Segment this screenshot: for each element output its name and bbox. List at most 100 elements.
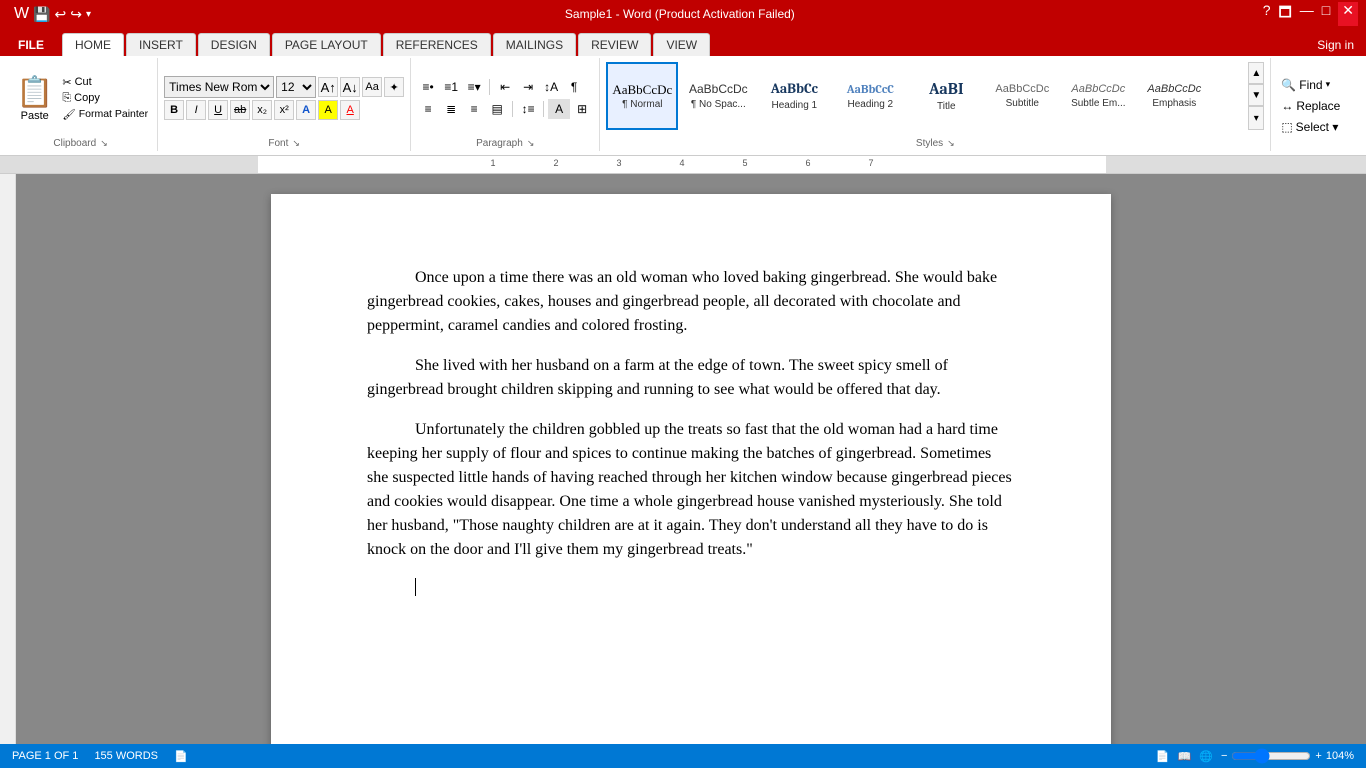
document-paragraph[interactable]: She lived with her husband on a farm at … — [367, 354, 1015, 402]
copy-button[interactable]: ⎘ Copy — [59, 91, 151, 106]
font-group: Times New Roman Arial Calibri 12 11 14 1… — [158, 58, 411, 151]
italic-button[interactable]: I — [186, 100, 206, 120]
style-item-2[interactable]: AaBbCcHeading 1 — [758, 62, 830, 130]
styles-expand-btn[interactable]: ▾ — [1248, 106, 1264, 130]
styles-expand-icon[interactable]: ↘ — [947, 138, 955, 149]
paste-icon: 📋 — [16, 75, 53, 110]
tab-bar: FILE HOME INSERT DESIGN PAGE LAYOUT REFE… — [0, 28, 1366, 56]
increase-font-btn[interactable]: A↑ — [318, 77, 338, 97]
editing-group: 🔍 Find ▾ ↔ Replace ⬚ Select ▾ Editing — [1271, 58, 1362, 151]
increase-indent-btn[interactable]: ⇥ — [517, 77, 539, 97]
tab-mailings[interactable]: MAILINGS — [493, 33, 576, 56]
find-icon: 🔍 — [1281, 78, 1296, 92]
show-hide-btn[interactable]: ¶ — [563, 77, 585, 97]
save-quick-btn[interactable]: 💾 — [33, 6, 50, 23]
customize-quick-btn[interactable]: ▾ — [86, 9, 91, 20]
style-item-0[interactable]: AaBbCcDc¶ Normal — [606, 62, 678, 130]
document-page[interactable]: Once upon a time there was an old woman … — [271, 194, 1111, 744]
replace-button[interactable]: ↔ Replace — [1277, 97, 1344, 115]
decrease-indent-btn[interactable]: ⇤ — [494, 77, 516, 97]
subscript-btn[interactable]: x₂ — [252, 100, 272, 120]
styles-scroll-up-btn[interactable]: ▲ — [1248, 62, 1264, 84]
document-paragraph[interactable]: Unfortunately the children gobbled up th… — [367, 418, 1015, 562]
paragraph-expand-icon[interactable]: ↘ — [527, 138, 535, 149]
zoom-level: 104% — [1326, 750, 1354, 762]
font-row1: Times New Roman Arial Calibri 12 11 14 1… — [164, 76, 404, 98]
styles-group: AaBbCcDc¶ NormalAaBbCcDc¶ No Spac...AaBb… — [600, 58, 1271, 151]
clipboard-group: 📋 Paste ✂ Cut ⎘ Copy 🖌 Format Painter C — [4, 58, 158, 151]
paragraph-group: ≡• ≡1 ≡▾ ⇤ ⇥ ↕A ¶ ≡ ≣ ≡ ▤ ↕≡ A ⊞ — [411, 58, 600, 151]
justify-btn[interactable]: ▤ — [486, 99, 508, 119]
tab-design[interactable]: DESIGN — [198, 33, 270, 56]
paragraph-label: Paragraph ↘ — [417, 136, 593, 149]
paste-label: Paste — [21, 110, 49, 122]
zoom-out-btn[interactable]: − — [1221, 750, 1227, 762]
tab-file[interactable]: FILE — [4, 34, 58, 56]
content-area[interactable]: Once upon a time there was an old woman … — [16, 174, 1366, 744]
font-size-select[interactable]: 12 11 14 16 18 — [276, 76, 316, 98]
clear-format-btn[interactable]: ✦ — [384, 77, 404, 97]
bullets-btn[interactable]: ≡• — [417, 77, 439, 97]
cut-button[interactable]: ✂ Cut — [59, 75, 151, 90]
redo-quick-btn[interactable]: ↪ — [70, 6, 82, 23]
style-item-4[interactable]: AaBITitle — [910, 62, 982, 130]
line-spacing-btn[interactable]: ↕≡ — [517, 99, 539, 119]
tab-view[interactable]: VIEW — [653, 33, 710, 56]
font-label: Font ↘ — [164, 136, 404, 149]
find-button[interactable]: 🔍 Find ▾ — [1277, 76, 1344, 94]
maximize-btn[interactable]: □ — [1322, 2, 1330, 26]
help-icon[interactable]: ? — [1263, 2, 1271, 26]
view-read-btn[interactable]: 📖 — [1178, 750, 1192, 763]
window-title: Sample1 - Word (Product Activation Faile… — [97, 7, 1263, 21]
minimize-btn[interactable]: — — [1300, 2, 1314, 26]
document-paragraph[interactable]: Once upon a time there was an old woman … — [367, 266, 1015, 338]
close-btn[interactable]: ✕ — [1338, 2, 1358, 26]
shading-btn[interactable]: A — [548, 99, 570, 119]
page-count: PAGE 1 OF 1 — [12, 750, 78, 762]
view-print-btn[interactable]: 📄 — [1156, 750, 1170, 763]
text-highlight-btn[interactable]: A — [318, 100, 338, 120]
styles-label: Styles ↘ — [606, 136, 1264, 149]
tab-page-layout[interactable]: PAGE LAYOUT — [272, 33, 381, 56]
clipboard-expand-icon[interactable]: ↘ — [100, 138, 108, 149]
style-item-1[interactable]: AaBbCcDc¶ No Spac... — [682, 62, 754, 130]
font-name-select[interactable]: Times New Roman Arial Calibri — [164, 76, 274, 98]
superscript-btn[interactable]: x² — [274, 100, 294, 120]
paste-button[interactable]: 📋 Paste — [10, 73, 59, 124]
align-left-btn[interactable]: ≡ — [417, 99, 439, 119]
style-item-5[interactable]: AaBbCcDcSubtitle — [986, 62, 1058, 130]
view-web-btn[interactable]: 🌐 — [1199, 750, 1213, 763]
styles-scroll-down-btn[interactable]: ▼ — [1248, 84, 1264, 106]
underline-button[interactable]: U — [208, 100, 228, 120]
status-right: 📄 📖 🌐 − + 104% — [1156, 748, 1354, 764]
multilevel-btn[interactable]: ≡▾ — [463, 77, 485, 97]
borders-btn[interactable]: ⊞ — [571, 99, 593, 119]
tab-home[interactable]: HOME — [62, 33, 124, 56]
align-right-btn[interactable]: ≡ — [463, 99, 485, 119]
font-color-btn[interactable]: A — [340, 100, 360, 120]
sort-btn[interactable]: ↕A — [540, 77, 562, 97]
sign-in-btn[interactable]: Sign in — [1309, 34, 1362, 56]
tab-references[interactable]: REFERENCES — [383, 33, 491, 56]
zoom-in-btn[interactable]: + — [1315, 750, 1321, 762]
ruler: 1234567 — [0, 156, 1366, 174]
font-expand-icon[interactable]: ↘ — [292, 138, 300, 149]
strikethrough-btn[interactable]: ab — [230, 100, 250, 120]
zoom-slider[interactable] — [1231, 748, 1311, 764]
format-painter-button[interactable]: 🖌 Format Painter — [59, 107, 151, 122]
decrease-font-btn[interactable]: A↓ — [340, 77, 360, 97]
style-item-3[interactable]: AaBbCcCHeading 2 — [834, 62, 906, 130]
style-item-7[interactable]: AaBbCcDcEmphasis — [1138, 62, 1210, 130]
style-item-6[interactable]: AaBbCcDcSubtle Em... — [1062, 62, 1134, 130]
tab-review[interactable]: REVIEW — [578, 33, 651, 56]
change-case-btn[interactable]: Aa — [362, 77, 382, 97]
select-button[interactable]: ⬚ Select ▾ — [1277, 118, 1344, 136]
restore-icon[interactable]: 🗖 — [1278, 2, 1291, 26]
undo-quick-btn[interactable]: ↩ — [55, 6, 67, 23]
bold-button[interactable]: B — [164, 100, 184, 120]
align-center-btn[interactable]: ≣ — [440, 99, 462, 119]
text-effects-btn[interactable]: A — [296, 100, 316, 120]
tab-insert[interactable]: INSERT — [126, 33, 196, 56]
styles-list: AaBbCcDc¶ NormalAaBbCcDc¶ No Spac...AaBb… — [606, 62, 1246, 130]
numbering-btn[interactable]: ≡1 — [440, 77, 462, 97]
